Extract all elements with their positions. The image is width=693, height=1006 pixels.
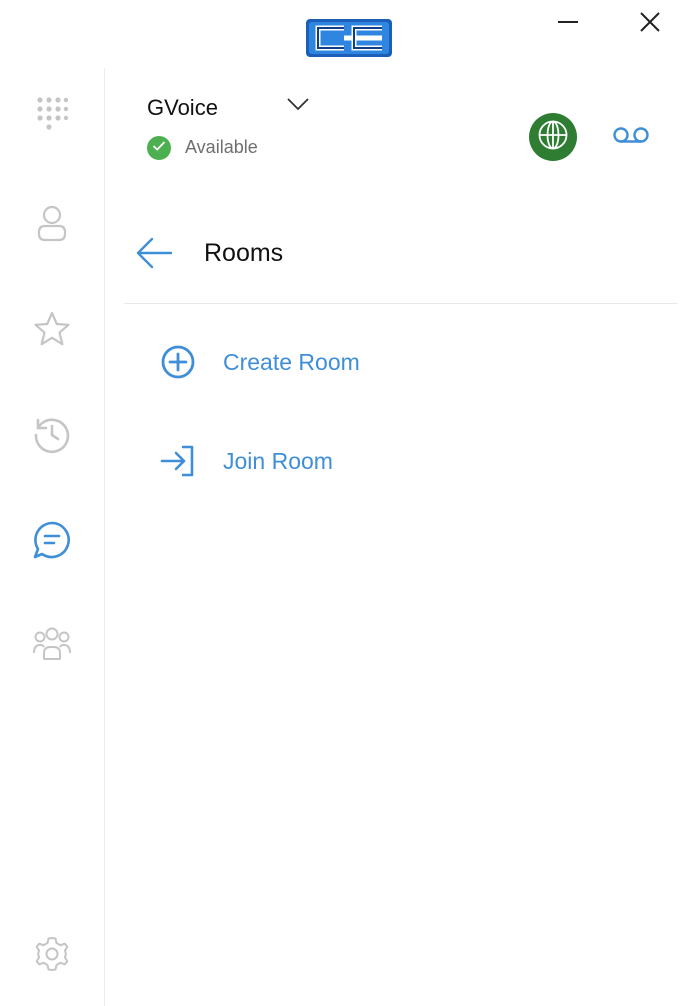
- app-window: GVoice Available Rooms Create Room Join …: [0, 0, 693, 1006]
- join-room-button[interactable]: Join Room: [150, 431, 550, 491]
- chat-icon: [32, 520, 72, 565]
- plus-circle-icon: [150, 342, 206, 382]
- cc-logo-icon: [304, 17, 394, 59]
- voicemail-button[interactable]: [608, 120, 654, 154]
- voicemail-icon: [611, 125, 651, 150]
- sidebar-item-settings[interactable]: [27, 931, 77, 981]
- close-button[interactable]: [630, 6, 670, 42]
- join-room-label: Join Room: [223, 447, 333, 474]
- gear-icon: [33, 935, 71, 978]
- divider: [124, 303, 677, 304]
- sidebar-item-groups[interactable]: [27, 620, 77, 670]
- check-icon: [152, 139, 166, 157]
- group-icon: [32, 625, 72, 666]
- create-room-button[interactable]: Create Room: [150, 332, 550, 392]
- back-button[interactable]: [132, 234, 176, 276]
- create-room-label: Create Room: [223, 348, 360, 375]
- globe-icon: [537, 119, 569, 156]
- arrow-left-icon: [135, 237, 173, 274]
- minimize-button[interactable]: [548, 6, 588, 42]
- history-icon: [32, 414, 72, 459]
- status-label[interactable]: Available: [185, 137, 258, 158]
- close-icon: [638, 10, 662, 39]
- star-icon: [33, 311, 71, 352]
- status-indicator: [147, 136, 171, 160]
- globe-button[interactable]: [529, 113, 577, 161]
- sign-in-icon: [150, 441, 206, 481]
- dialpad-icon: [36, 96, 69, 143]
- minimize-icon: [556, 10, 580, 39]
- account-name[interactable]: GVoice: [147, 95, 218, 121]
- chevron-down-icon: [286, 97, 310, 116]
- contact-icon: [35, 204, 69, 247]
- sidebar-item-history[interactable]: [27, 411, 77, 461]
- sidebar-item-favorites[interactable]: [27, 306, 77, 356]
- sidebar-item-contacts[interactable]: [27, 200, 77, 250]
- sidebar-item-dialpad[interactable]: [27, 94, 77, 144]
- sidebar-item-chat[interactable]: [27, 517, 77, 567]
- account-dropdown-button[interactable]: [284, 94, 312, 118]
- page-title: Rooms: [204, 239, 284, 267]
